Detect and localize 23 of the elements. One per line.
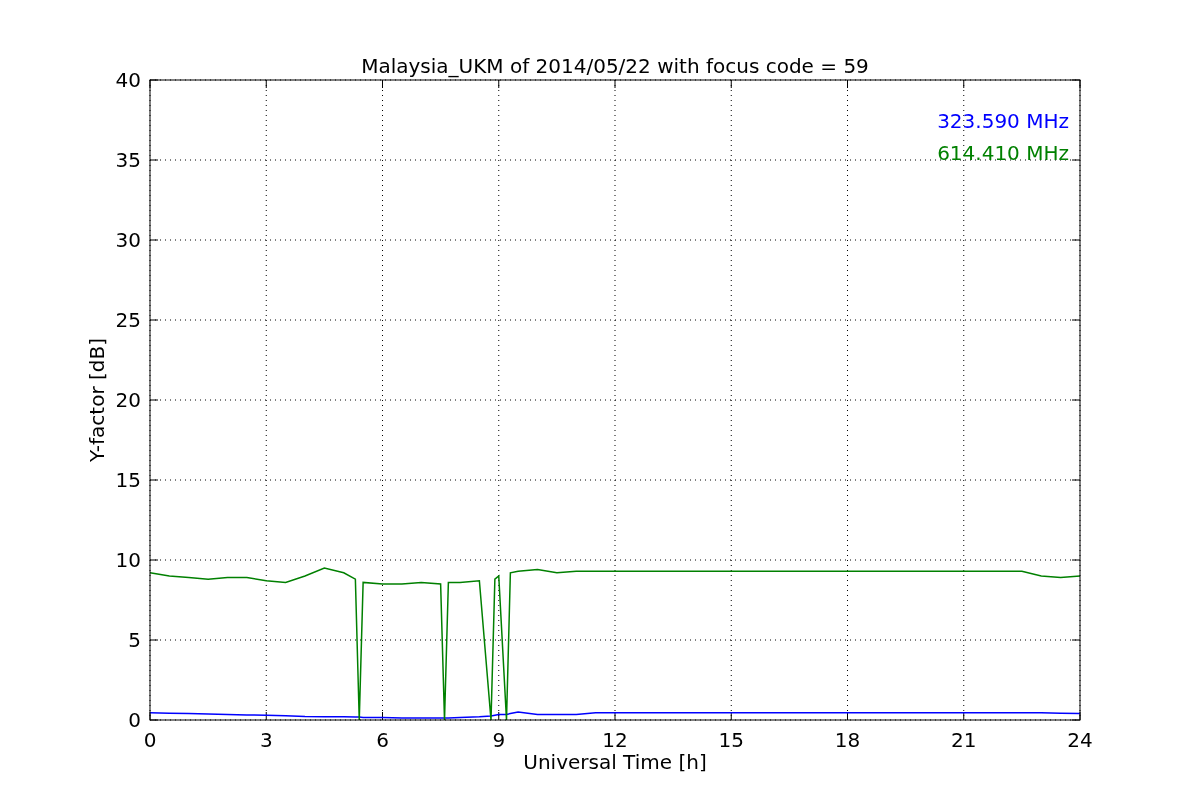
y-tick-label: 0 xyxy=(128,708,141,732)
y-tick-label: 5 xyxy=(128,628,141,652)
y-tick-label: 35 xyxy=(115,148,141,172)
legend-label: 323.590 MHz xyxy=(937,109,1069,133)
y-tick-label: 40 xyxy=(115,68,141,92)
x-tick-label: 21 xyxy=(951,728,977,752)
y-tick-label: 15 xyxy=(115,468,141,492)
x-axis-label: Universal Time [h] xyxy=(523,750,707,774)
x-tick-label: 3 xyxy=(259,728,273,752)
y-tick-label: 20 xyxy=(115,388,141,412)
x-tick-label: 18 xyxy=(834,728,861,752)
y-tick-label: 25 xyxy=(115,308,141,332)
y-tick-label: 10 xyxy=(115,548,141,572)
x-tick-label: 12 xyxy=(602,728,628,752)
x-tick-label: 6 xyxy=(376,728,389,752)
x-tick-label: 15 xyxy=(718,728,744,752)
chart-title: Malaysia_UKM of 2014/05/22 with focus code = 59 xyxy=(361,54,869,78)
y-axis-label: Y-factor [dB] xyxy=(85,338,109,462)
y-tick-label: 30 xyxy=(115,228,141,252)
x-tick-label: 24 xyxy=(1067,728,1093,752)
legend-label: 614.410 MHz xyxy=(937,141,1069,165)
x-tick-label: 9 xyxy=(492,728,506,752)
x-tick-label: 0 xyxy=(143,728,157,752)
